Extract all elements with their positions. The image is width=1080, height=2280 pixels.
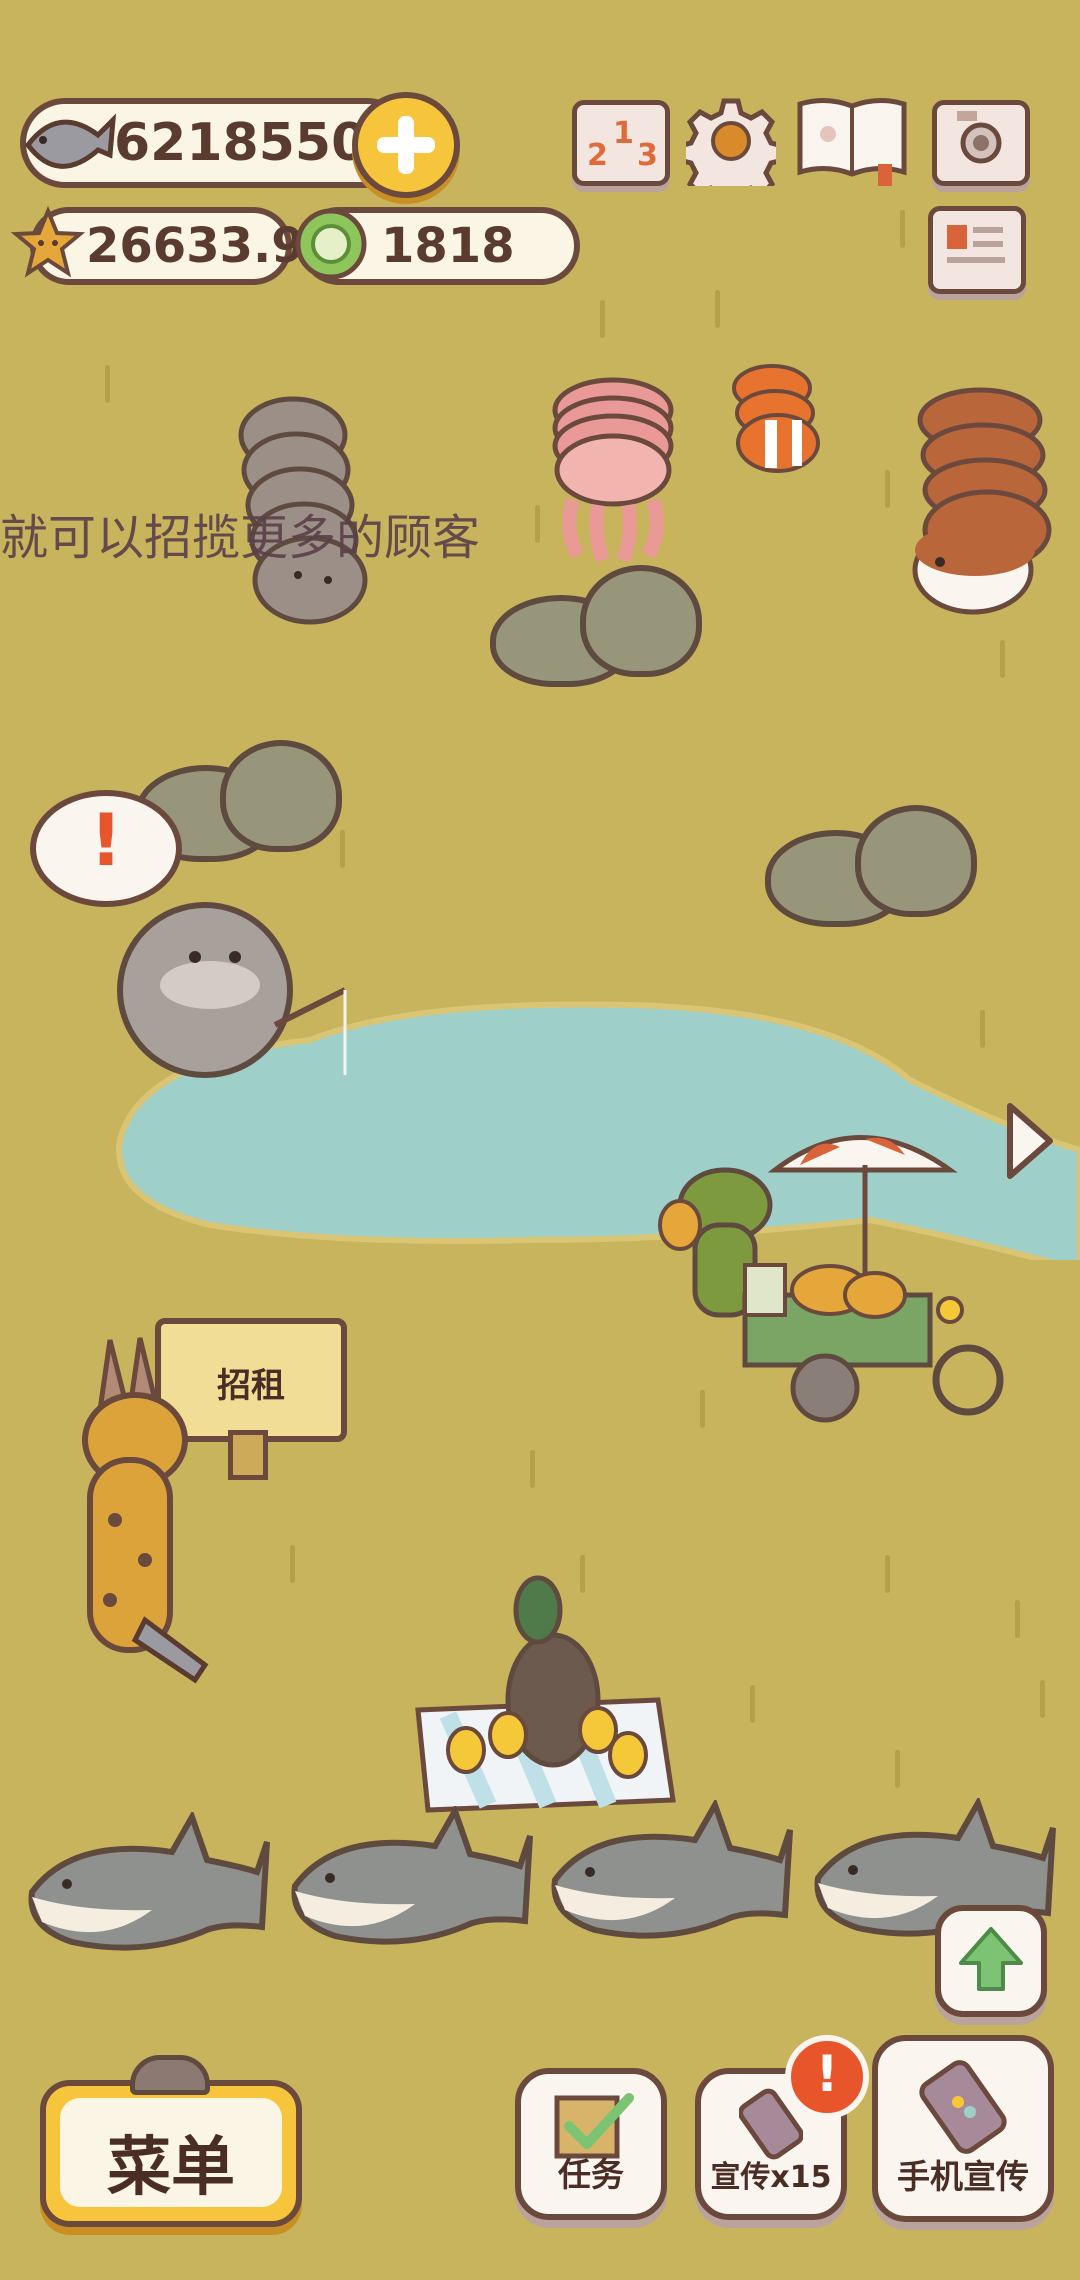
settings-button[interactable] (676, 96, 786, 208)
svg-text:3: 3 (637, 138, 658, 173)
tasks-label: 任务 (558, 2155, 624, 2194)
rock (580, 565, 702, 677)
phone-promo-label: 手机宣传 (897, 2157, 1029, 2196)
tasks-button[interactable]: 任务 (515, 2068, 667, 2220)
phone-icon (919, 2060, 1007, 2154)
star-icon (10, 205, 86, 278)
frog-fruit-vendor[interactable] (650, 1125, 1020, 1445)
pink-customer-queue (552, 377, 674, 563)
serval-character[interactable] (35, 1320, 225, 1700)
shark-customer (551, 1800, 793, 1939)
plus-icon (377, 116, 435, 174)
arrow-up-icon (959, 1927, 1023, 1991)
rock (855, 805, 977, 917)
guide-book-button[interactable] (794, 94, 910, 186)
svg-text:2: 2 (587, 138, 608, 173)
gear-icon (676, 98, 786, 208)
speech-bubble[interactable]: ! (30, 790, 182, 907)
coin-icon (295, 208, 367, 280)
newspaper-icon (947, 225, 1005, 263)
menu-button[interactable]: 菜单 (40, 2080, 302, 2227)
coin-count: 1818 (381, 218, 515, 274)
hint-text: 就可以招揽更多的顾客 (0, 510, 481, 566)
ranking-icon: 2 1 3 (587, 116, 658, 173)
camera-button[interactable] (932, 100, 1030, 186)
guide-book-icon (797, 98, 907, 186)
star-count: 26633.9 (86, 218, 305, 274)
sign-post (228, 1430, 268, 1480)
ranking-button[interactable]: 2 1 3 (572, 100, 670, 186)
duck-picnic[interactable] (408, 1570, 678, 1820)
clownfish-customer-queue (732, 364, 820, 473)
svg-text:1: 1 (613, 116, 634, 151)
fish-icon (24, 113, 117, 169)
clipboard-clip (130, 2055, 210, 2095)
cat-fisher-character[interactable] (110, 895, 370, 1095)
brown-customer-queue (912, 387, 1052, 615)
rock (220, 740, 342, 852)
camera-icon (957, 111, 1002, 164)
promo-alert-badge: ! (785, 2035, 869, 2119)
phone-promo-button[interactable]: 手机宣传 (872, 2035, 1054, 2222)
menu-label: 菜单 (107, 2131, 235, 2205)
newspaper-button[interactable] (928, 206, 1026, 294)
scroll-up-button[interactable] (935, 1905, 1047, 2017)
shark-customer (291, 1806, 533, 1945)
shark-customer (28, 1812, 270, 1951)
add-fish-button[interactable] (352, 92, 460, 198)
promo-label: 宣传x15 (710, 2160, 832, 2195)
exclamation-mark: ! (89, 798, 123, 882)
